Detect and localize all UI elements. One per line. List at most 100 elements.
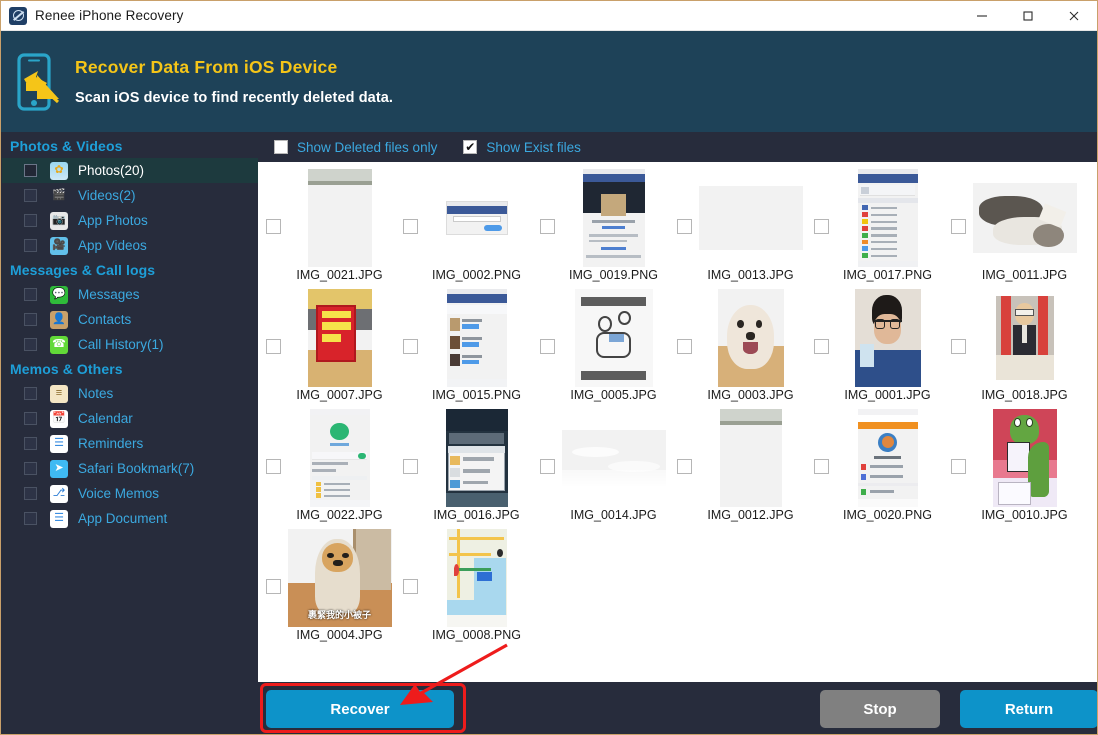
show-deleted-files-only-checkbox[interactable]: Show Deleted files only: [274, 140, 437, 155]
grid-item-thumbnail[interactable]: [555, 408, 672, 508]
sidebar-item-videos-2[interactable]: 🎬 Videos(2): [2, 183, 258, 208]
grid-item-thumbnail[interactable]: [966, 168, 1083, 268]
grid-item[interactable]: IMG_0005.JPG: [536, 288, 672, 408]
grid-item[interactable]: IMG_0017.PNG: [810, 168, 946, 288]
grid-item-thumbnail[interactable]: [281, 288, 398, 388]
grid-item-checkbox[interactable]: [266, 459, 281, 474]
sidebar-item-app-photos[interactable]: 📷 App Photos: [2, 208, 258, 233]
sidebar-item-app-document[interactable]: ☰ App Document: [2, 506, 258, 531]
grid-item-thumbnail[interactable]: [829, 288, 946, 388]
grid-item-filename: IMG_0017.PNG: [843, 268, 932, 282]
thumbnail-image: [857, 169, 918, 267]
sidebar-item-checkbox[interactable]: [24, 313, 37, 326]
grid-item-checkbox[interactable]: [951, 339, 966, 354]
grid-item[interactable]: IMG_0016.JPG: [399, 408, 535, 528]
sidebar-item-voice-memos[interactable]: ⎇ Voice Memos: [2, 481, 258, 506]
grid-item-thumbnail[interactable]: [966, 408, 1083, 508]
sidebar-item-checkbox[interactable]: [24, 437, 37, 450]
grid-item-checkbox[interactable]: [403, 219, 418, 234]
sidebar-item-calendar[interactable]: 📅 Calendar: [2, 406, 258, 431]
grid-item-thumbnail[interactable]: [966, 288, 1083, 388]
sidebar-item-checkbox[interactable]: [24, 512, 37, 525]
grid-item-checkbox[interactable]: [266, 579, 281, 594]
sidebar-item-checkbox[interactable]: [24, 239, 37, 252]
grid-item[interactable]: IMG_0012.JPG: [673, 408, 809, 528]
sidebar-item-messages[interactable]: 💬 Messages: [2, 282, 258, 307]
sidebar-item-checkbox[interactable]: [24, 164, 37, 177]
window-controls: [959, 1, 1097, 31]
grid-item[interactable]: IMG_0008.PNG: [399, 528, 535, 648]
grid-item-thumbnail[interactable]: [418, 528, 535, 628]
grid-item[interactable]: IMG_0007.JPG: [262, 288, 398, 408]
sidebar-item-checkbox[interactable]: [24, 288, 37, 301]
grid-item-thumbnail[interactable]: 裹緊我的小被子: [281, 528, 398, 628]
sidebar-item-checkbox[interactable]: [24, 462, 37, 475]
grid-item[interactable]: 裹緊我的小被子 IMG_0004.JPG: [262, 528, 398, 648]
grid-item[interactable]: IMG_0001.JPG: [810, 288, 946, 408]
grid-item-thumbnail[interactable]: [418, 408, 535, 508]
grid-item-checkbox[interactable]: [540, 459, 555, 474]
grid-item-thumbnail[interactable]: [555, 168, 672, 268]
grid-item[interactable]: IMG_0013.JPG: [673, 168, 809, 288]
grid-item[interactable]: IMG_0011.JPG: [947, 168, 1083, 288]
grid-item-checkbox[interactable]: [677, 339, 692, 354]
grid-item[interactable]: IMG_0020.PNG: [810, 408, 946, 528]
grid-item-checkbox[interactable]: [814, 339, 829, 354]
sidebar-item-app-videos[interactable]: 🎥 App Videos: [2, 233, 258, 258]
grid-item-thumbnail[interactable]: [555, 288, 672, 388]
sidebar-item-checkbox[interactable]: [24, 387, 37, 400]
grid-item-checkbox[interactable]: [814, 219, 829, 234]
sidebar-item-reminders[interactable]: ☰ Reminders: [2, 431, 258, 456]
grid-item[interactable]: IMG_0018.JPG: [947, 288, 1083, 408]
grid-item-thumbnail[interactable]: [692, 288, 809, 388]
sidebar-item-call-history-1[interactable]: ☎ Call History(1): [2, 332, 258, 357]
sidebar-item-checkbox[interactable]: [24, 487, 37, 500]
stop-button[interactable]: Stop: [820, 690, 940, 728]
grid-item-checkbox[interactable]: [403, 459, 418, 474]
show-exist-files-checkbox[interactable]: ✔ Show Exist files: [463, 140, 581, 155]
grid-item[interactable]: IMG_0010.JPG: [947, 408, 1083, 528]
grid-item-thumbnail[interactable]: [829, 408, 946, 508]
close-icon[interactable]: [1051, 1, 1097, 31]
grid-item-checkbox[interactable]: [403, 339, 418, 354]
grid-item-checkbox[interactable]: [403, 579, 418, 594]
grid-item-thumbnail[interactable]: [692, 168, 809, 268]
sidebar-item-checkbox[interactable]: [24, 189, 37, 202]
grid-item-checkbox[interactable]: [951, 459, 966, 474]
grid-item[interactable]: IMG_0022.JPG: [262, 408, 398, 528]
sidebar: Photos & Videos ✿ Photos(20) 🎬 Videos(2) 📷 App…: [2, 132, 258, 682]
grid-item[interactable]: IMG_0015.PNG: [399, 288, 535, 408]
grid-item-checkbox[interactable]: [266, 219, 281, 234]
grid-item-thumbnail[interactable]: [692, 408, 809, 508]
grid-item[interactable]: IMG_0014.JPG: [536, 408, 672, 528]
maximize-icon[interactable]: [1005, 1, 1051, 31]
sidebar-item-checkbox[interactable]: [24, 412, 37, 425]
grid-item-checkbox[interactable]: [814, 459, 829, 474]
sidebar-item-label: Messages: [78, 287, 140, 302]
sidebar-item-photos-20[interactable]: ✿ Photos(20): [2, 158, 258, 183]
grid-item[interactable]: IMG_0003.JPG: [673, 288, 809, 408]
grid-item-thumbnail[interactable]: [829, 168, 946, 268]
grid-item-checkbox[interactable]: [677, 219, 692, 234]
grid-item-thumbnail[interactable]: [418, 168, 535, 268]
grid-item-checkbox[interactable]: [677, 459, 692, 474]
grid-item-checkbox[interactable]: [540, 219, 555, 234]
grid-item[interactable]: IMG_0021.JPG: [262, 168, 398, 288]
grid-item[interactable]: IMG_0019.PNG: [536, 168, 672, 288]
grid-item-checkbox[interactable]: [266, 339, 281, 354]
recover-button[interactable]: Recover: [266, 690, 454, 728]
grid-item-checkbox[interactable]: [540, 339, 555, 354]
return-button[interactable]: Return: [960, 690, 1097, 728]
grid-item-thumbnail[interactable]: [418, 288, 535, 388]
sidebar-item-notes[interactable]: ≡ Notes: [2, 381, 258, 406]
grid-item-checkbox[interactable]: [951, 219, 966, 234]
grid-item-thumbnail[interactable]: [281, 168, 398, 268]
sidebar-item-contacts[interactable]: 👤 Contacts: [2, 307, 258, 332]
sidebar-item-safari-bookmark-7[interactable]: ➤ Safari Bookmark(7): [2, 456, 258, 481]
grid-item-thumbnail[interactable]: [281, 408, 398, 508]
minimize-icon[interactable]: [959, 1, 1005, 31]
sidebar-item-checkbox[interactable]: [24, 214, 37, 227]
grid-item-filename: IMG_0016.JPG: [433, 508, 520, 522]
sidebar-item-checkbox[interactable]: [24, 338, 37, 351]
grid-item[interactable]: IMG_0002.PNG: [399, 168, 535, 288]
